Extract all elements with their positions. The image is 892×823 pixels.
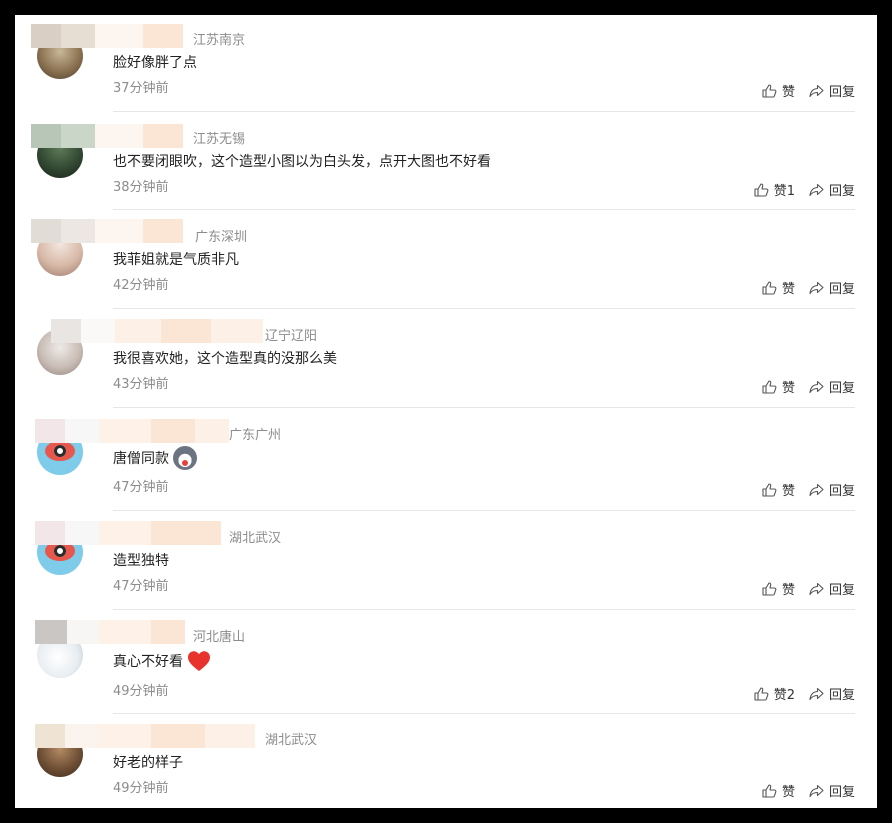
reply-arrow-icon xyxy=(809,380,824,393)
comment-actions: 赞2 回复 xyxy=(740,684,855,703)
heart-emoji-icon xyxy=(188,651,210,671)
thumbs-up-icon xyxy=(762,379,777,394)
thumbs-up-icon xyxy=(754,686,769,701)
comment-divider xyxy=(113,609,855,610)
comment-actions: 赞 回复 xyxy=(748,480,855,499)
reply-arrow-icon xyxy=(809,183,824,196)
thumbs-up-icon xyxy=(762,783,777,798)
reply-button[interactable]: 回复 xyxy=(809,180,855,199)
thumbs-up-icon xyxy=(762,280,777,295)
like-button[interactable]: 赞2 xyxy=(754,684,795,703)
blurred-username[interactable] xyxy=(35,419,229,443)
blurred-username[interactable] xyxy=(35,521,221,545)
reply-arrow-icon xyxy=(809,582,824,595)
blurred-username[interactable] xyxy=(31,124,183,148)
comment-text: 唐僧同款 xyxy=(113,446,197,470)
comment-divider xyxy=(113,510,855,511)
reply-button[interactable]: 回复 xyxy=(809,377,855,396)
comment-time: 49分钟前 xyxy=(113,781,169,796)
like-button[interactable]: 赞 xyxy=(762,480,795,499)
reply-button[interactable]: 回复 xyxy=(809,579,855,598)
comment-time: 49分钟前 xyxy=(113,684,169,699)
reply-button[interactable]: 回复 xyxy=(809,278,855,297)
like-button[interactable]: 赞 xyxy=(762,579,795,598)
user-location: 广东广州 xyxy=(229,428,282,443)
comment-divider xyxy=(113,209,855,210)
comment-divider xyxy=(113,713,855,714)
comment-time: 38分钟前 xyxy=(113,180,169,195)
like-button[interactable]: 赞 xyxy=(762,278,795,297)
comment-text: 好老的样子 xyxy=(113,755,183,771)
thumbs-up-icon xyxy=(762,83,777,98)
blurred-username[interactable] xyxy=(35,724,255,748)
reply-button[interactable]: 回复 xyxy=(809,781,855,800)
blurred-username[interactable] xyxy=(31,24,183,48)
user-location: 广东深圳 xyxy=(195,230,248,245)
reply-arrow-icon xyxy=(809,784,824,797)
comment-divider xyxy=(113,111,855,112)
blurred-username[interactable] xyxy=(31,219,183,243)
comment-text: 真心不好看 xyxy=(113,650,211,672)
comment-actions: 赞 回复 xyxy=(748,81,855,100)
comment-actions: 赞1 回复 xyxy=(740,180,855,199)
reply-button[interactable]: 回复 xyxy=(809,81,855,100)
like-button[interactable]: 赞 xyxy=(762,377,795,396)
reply-arrow-icon xyxy=(809,84,824,97)
reply-button[interactable]: 回复 xyxy=(809,480,855,499)
user-location: 江苏无锡 xyxy=(193,132,246,147)
user-location: 湖北武汉 xyxy=(265,733,318,748)
comment-actions: 赞 回复 xyxy=(748,781,855,800)
comment-text: 我菲姐就是气质非凡 xyxy=(113,252,239,268)
user-location: 辽宁辽阳 xyxy=(265,329,318,344)
reply-arrow-icon xyxy=(809,687,824,700)
comment-text: 造型独特 xyxy=(113,553,169,569)
like-button[interactable]: 赞 xyxy=(762,781,795,800)
blurred-username[interactable] xyxy=(35,620,185,644)
comment-text: 脸好像胖了点 xyxy=(113,55,197,71)
comment-time: 43分钟前 xyxy=(113,377,169,392)
user-location: 江苏南京 xyxy=(193,33,246,48)
comment-time: 37分钟前 xyxy=(113,81,169,96)
thumbs-up-icon xyxy=(754,182,769,197)
husky-emoji-icon xyxy=(173,446,197,470)
reply-button[interactable]: 回复 xyxy=(809,684,855,703)
thumbs-up-icon xyxy=(762,581,777,596)
comment-time: 47分钟前 xyxy=(113,579,169,594)
comment-actions: 赞 回复 xyxy=(748,377,855,396)
comment-text: 也不要闭眼吹，这个造型小图以为白头发，点开大图也不好看 xyxy=(113,154,491,170)
user-location: 湖北武汉 xyxy=(229,531,282,546)
blurred-username[interactable] xyxy=(51,319,263,343)
comment-divider xyxy=(113,407,855,408)
comment-panel: 江苏南京 脸好像胖了点 37分钟前 赞 回复 江苏无锡 也不要闭眼吹，这个造型小… xyxy=(15,15,877,808)
like-button[interactable]: 赞 xyxy=(762,81,795,100)
comment-divider xyxy=(113,308,855,309)
comment-time: 47分钟前 xyxy=(113,480,169,495)
user-location: 河北唐山 xyxy=(193,630,246,645)
reply-arrow-icon xyxy=(809,483,824,496)
reply-arrow-icon xyxy=(809,281,824,294)
comment-time: 42分钟前 xyxy=(113,278,169,293)
thumbs-up-icon xyxy=(762,482,777,497)
comment-actions: 赞 回复 xyxy=(748,278,855,297)
comment-text: 我很喜欢她，这个造型真的没那么美 xyxy=(113,351,337,367)
like-button[interactable]: 赞1 xyxy=(754,180,795,199)
comment-actions: 赞 回复 xyxy=(748,579,855,598)
